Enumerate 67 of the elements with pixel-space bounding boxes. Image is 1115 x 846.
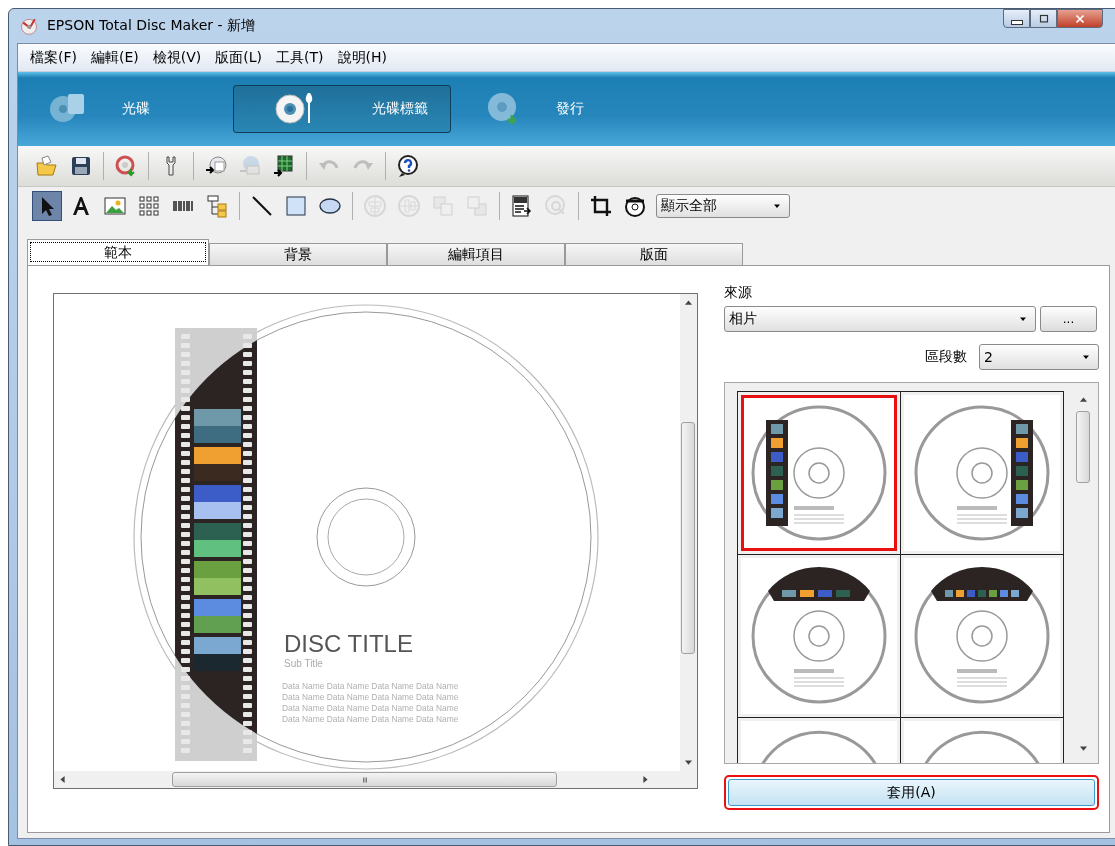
tab[interactable]: 範本 xyxy=(27,239,209,265)
photo-placeholder xyxy=(194,523,241,557)
csv-export-icon xyxy=(510,194,534,218)
photo-placeholder xyxy=(194,637,241,671)
template-thumbnail[interactable] xyxy=(904,395,1060,551)
data-line: Data Name Data Name Data Name Data Name xyxy=(282,681,459,691)
photo-placeholder xyxy=(194,409,241,443)
segments-dropdown[interactable]: 2 xyxy=(979,344,1099,370)
bring-front-icon xyxy=(431,194,455,218)
photo-placeholder xyxy=(194,485,241,519)
template-thumbnail[interactable] xyxy=(741,395,897,551)
disc-title: DISC TITLE xyxy=(284,630,413,657)
image-icon xyxy=(103,194,127,218)
rectangle-icon xyxy=(284,194,308,218)
mode-tab[interactable]: 發行 xyxy=(459,85,659,133)
apply-button[interactable]: 套用(A) xyxy=(728,779,1095,806)
open-folder-icon xyxy=(35,154,59,178)
mode-tab[interactable]: 光碟標籤 xyxy=(233,85,451,133)
data-line: Data Name Data Name Data Name Data Name xyxy=(282,714,459,724)
scroll-thumb[interactable] xyxy=(681,422,695,654)
tab[interactable]: 背景 xyxy=(209,243,387,265)
minimize-button[interactable] xyxy=(1003,9,1030,28)
maximize-button[interactable] xyxy=(1030,9,1057,28)
align-middle-icon xyxy=(397,194,421,218)
grid-icon xyxy=(137,194,161,218)
menu-item[interactable]: 工具(T) xyxy=(270,46,330,69)
disc-rotate-icon xyxy=(623,194,647,218)
photo-placeholder xyxy=(194,599,241,633)
segments-label: 區段數 xyxy=(925,348,967,366)
help-icon xyxy=(396,154,420,178)
menu-item[interactable]: 版面(L) xyxy=(209,46,268,69)
mode-tab[interactable]: 光碟 xyxy=(25,85,225,133)
send-back-icon xyxy=(465,194,489,218)
template-thumbnail[interactable] xyxy=(741,558,897,714)
globe-import-icon xyxy=(238,154,262,178)
window-title: EPSON Total Disc Maker - 新增 xyxy=(47,17,255,35)
line-icon xyxy=(250,194,274,218)
tree-icon xyxy=(205,194,229,218)
vertical-scrollbar[interactable] xyxy=(680,294,697,771)
menu-item[interactable]: 說明(H) xyxy=(331,46,393,69)
view-dropdown[interactable]: 顯示全部 xyxy=(656,194,790,218)
data-line: Data Name Data Name Data Name Data Name xyxy=(282,703,459,713)
source-dropdown[interactable]: 相片 xyxy=(724,306,1036,332)
tab[interactable]: 版面 xyxy=(565,243,743,265)
crop-icon xyxy=(589,194,613,218)
disc-subtitle: Sub Title xyxy=(284,658,323,669)
template-thumbnail[interactable] xyxy=(904,558,1060,714)
pointer-tool[interactable] xyxy=(32,191,62,221)
menu-item[interactable]: 編輯(E) xyxy=(85,46,145,69)
close-button[interactable] xyxy=(1057,9,1103,28)
horizontal-scrollbar[interactable] xyxy=(54,771,680,788)
browse-button[interactable]: ... xyxy=(1040,306,1097,332)
minimize-icon xyxy=(1010,20,1023,25)
source-label: 來源 xyxy=(724,284,753,302)
photo-placeholder xyxy=(194,447,241,481)
scroll-thumb[interactable] xyxy=(1076,411,1090,483)
menu-item[interactable]: 檔案(F) xyxy=(24,46,83,69)
photo-placeholder xyxy=(194,561,241,595)
menu-item[interactable]: 檢視(V) xyxy=(146,46,208,69)
app-disc-icon xyxy=(19,16,39,36)
grid-import-icon xyxy=(272,154,296,178)
disc-search-icon xyxy=(544,194,568,218)
save-icon xyxy=(69,154,93,178)
align-center-icon xyxy=(363,194,387,218)
tab[interactable]: 編輯項目 xyxy=(387,243,565,265)
data-line: Data Name Data Name Data Name Data Name xyxy=(282,692,459,702)
scroll-thumb[interactable] xyxy=(172,772,557,787)
